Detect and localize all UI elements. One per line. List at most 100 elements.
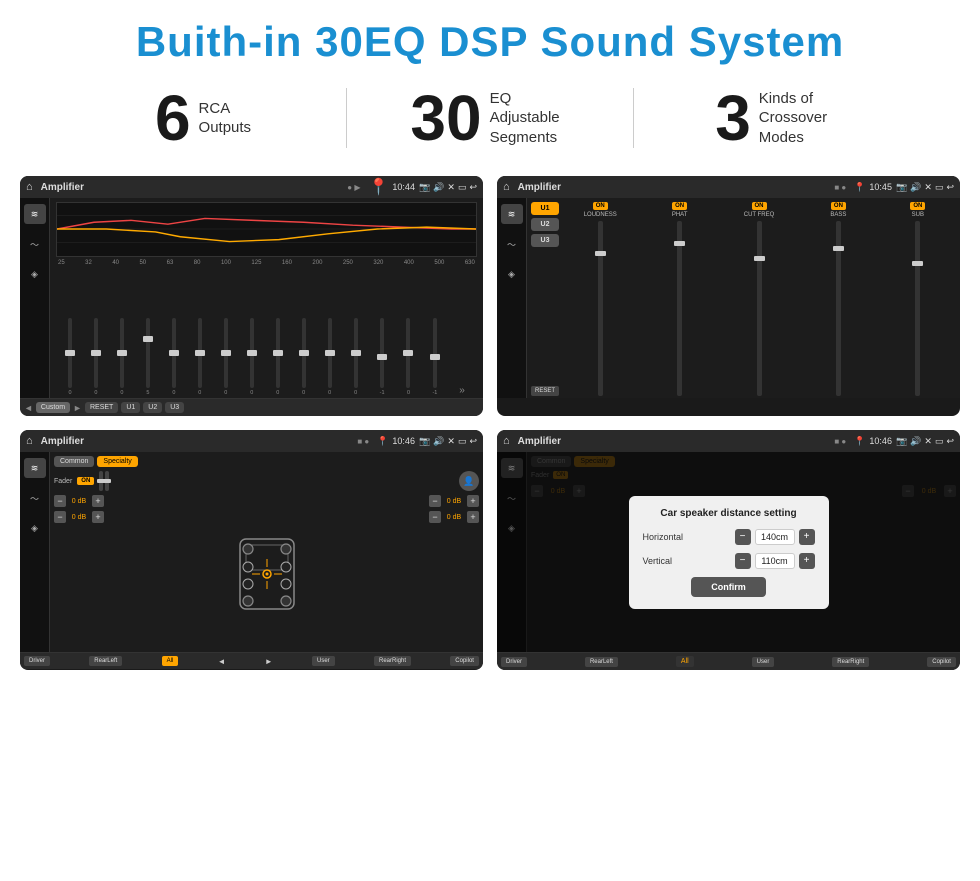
u1-preset[interactable]: U1 (531, 202, 559, 215)
specialty-tab[interactable]: Specialty (97, 456, 137, 467)
slider-12[interactable]: 0 (354, 318, 358, 396)
slider-1[interactable]: 0 (68, 318, 72, 396)
slider-4[interactable]: 5 (146, 318, 150, 396)
screen-dialog: ⌂ Amplifier ■ ● 📍 10:46 📷 🔊 ✕ ▭ ↩ ≋ 〜 ◈ (497, 430, 960, 670)
waveform-icon[interactable]: 〜 (24, 234, 46, 254)
speaker-icon-2[interactable]: ◈ (501, 264, 523, 284)
bass-on[interactable]: ON (831, 202, 846, 210)
slider-13[interactable]: -1 (380, 318, 385, 396)
loudness-on[interactable]: ON (593, 202, 608, 210)
cutfreq-slider[interactable] (757, 221, 762, 396)
vol-minus-4[interactable]: − (429, 511, 441, 523)
u3-preset[interactable]: U3 (531, 234, 559, 247)
stats-row: 6 RCAOutputs 30 EQ AdjustableSegments 3 … (0, 76, 980, 168)
slider-7[interactable]: 0 (224, 318, 228, 396)
user-btn-4[interactable]: User (752, 657, 775, 667)
slider-6[interactable]: 0 (198, 318, 202, 396)
copilot-btn-4[interactable]: Copilot (927, 657, 956, 667)
waveform-icon-3[interactable]: 〜 (24, 488, 46, 508)
vol-plus-2[interactable]: + (92, 511, 104, 523)
horizontal-minus-btn[interactable]: − (735, 529, 751, 545)
bass-slider[interactable] (836, 221, 841, 396)
fader-on-badge[interactable]: ON (77, 477, 94, 485)
driver-btn-4[interactable]: Driver (501, 657, 527, 667)
next-btn[interactable]: ► (73, 403, 82, 413)
phat-on[interactable]: ON (672, 202, 687, 210)
u2-preset[interactable]: U2 (531, 218, 559, 231)
nav-right[interactable]: ► (265, 657, 273, 666)
home-icon-3[interactable]: ⌂ (26, 435, 33, 447)
copilot-btn[interactable]: Copilot (450, 656, 479, 666)
amp-reset-btn[interactable]: RESET (531, 386, 559, 396)
prev-btn[interactable]: ◄ (24, 403, 33, 413)
back-icon[interactable]: ↩ (469, 182, 477, 193)
slider-3[interactable]: 0 (120, 318, 124, 396)
back-icon-2[interactable]: ↩ (946, 182, 954, 193)
confirm-button[interactable]: Confirm (691, 577, 766, 597)
back-icon-3[interactable]: ↩ (469, 436, 477, 447)
phat-slider[interactable] (677, 221, 682, 396)
slider-9[interactable]: 0 (276, 318, 280, 396)
equalizer-icon[interactable]: ≋ (24, 204, 46, 224)
amp-presets: U1 U2 U3 RESET (531, 202, 559, 396)
u1-btn[interactable]: U1 (121, 402, 140, 413)
fader-sliders (99, 471, 109, 491)
home-icon-4[interactable]: ⌂ (503, 435, 510, 447)
all-btn-4[interactable]: All (676, 656, 694, 667)
fader-controls-row: Fader ON 👤 (54, 471, 479, 491)
user-btn[interactable]: User (312, 656, 335, 666)
freq-40: 40 (112, 260, 119, 266)
vol-minus-2[interactable]: − (54, 511, 66, 523)
slider-14[interactable]: 0 (406, 318, 410, 396)
fader-slider-2[interactable] (105, 471, 109, 491)
loudness-slider[interactable] (598, 221, 603, 396)
horizontal-val-row: − 140cm + (735, 529, 815, 545)
slider-15[interactable]: -1 (432, 318, 437, 396)
home-icon[interactable]: ⌂ (26, 181, 33, 193)
sub-on[interactable]: ON (910, 202, 925, 210)
freq-32: 32 (85, 260, 92, 266)
slider-5[interactable]: 0 (172, 318, 176, 396)
speaker-icon-3[interactable]: ◈ (24, 518, 46, 538)
vol-plus-1[interactable]: + (92, 495, 104, 507)
custom-preset-btn[interactable]: Custom (36, 402, 70, 413)
rearright-btn-4[interactable]: RearRight (832, 657, 869, 667)
reset-btn[interactable]: RESET (85, 402, 118, 413)
sub-slider[interactable] (915, 221, 920, 396)
nav-left[interactable]: ◄ (218, 657, 226, 666)
driver-btn[interactable]: Driver (24, 656, 50, 666)
vol-right: − 0 dB + − 0 dB + (429, 495, 479, 652)
vertical-minus-btn[interactable]: − (735, 553, 751, 569)
back-icon-4[interactable]: ↩ (946, 436, 954, 447)
more-icon[interactable]: » (459, 385, 465, 396)
all-btn[interactable]: All (162, 656, 179, 666)
cutfreq-on[interactable]: ON (752, 202, 767, 210)
rearleft-btn-4[interactable]: RearLeft (585, 657, 618, 667)
waveform-icon-2[interactable]: 〜 (501, 234, 523, 254)
home-icon-2[interactable]: ⌂ (503, 181, 510, 193)
equalizer-icon-3[interactable]: ≋ (24, 458, 46, 478)
vol-plus-4[interactable]: + (467, 511, 479, 523)
vertical-plus-btn[interactable]: + (799, 553, 815, 569)
vol-minus-1[interactable]: − (54, 495, 66, 507)
slider-8[interactable]: 0 (250, 318, 254, 396)
speaker-icon[interactable]: ◈ (24, 264, 46, 284)
vol-val-4: 0 dB (443, 514, 465, 521)
slider-2[interactable]: 0 (94, 318, 98, 396)
dialog-horizontal-row: Horizontal − 140cm + (643, 529, 815, 545)
slider-10[interactable]: 0 (302, 318, 306, 396)
vol-plus-3[interactable]: + (467, 495, 479, 507)
common-tab[interactable]: Common (54, 456, 94, 467)
equalizer-icon-2[interactable]: ≋ (501, 204, 523, 224)
rearright-btn[interactable]: RearRight (374, 656, 411, 666)
vol-minus-3[interactable]: − (429, 495, 441, 507)
horizontal-plus-btn[interactable]: + (799, 529, 815, 545)
screen4-bottom: Driver RearLeft All User RearRight Copil… (497, 652, 960, 670)
u2-btn[interactable]: U2 (143, 402, 162, 413)
vertical-value: 110cm (755, 553, 795, 569)
location-icon-2: 📍 (854, 182, 865, 193)
u3-btn[interactable]: U3 (165, 402, 184, 413)
eq-sliders: 0 0 0 5 0 0 0 0 0 0 0 0 -1 0 -1 (56, 269, 477, 396)
rearleft-btn[interactable]: RearLeft (89, 656, 122, 666)
slider-11[interactable]: 0 (328, 318, 332, 396)
